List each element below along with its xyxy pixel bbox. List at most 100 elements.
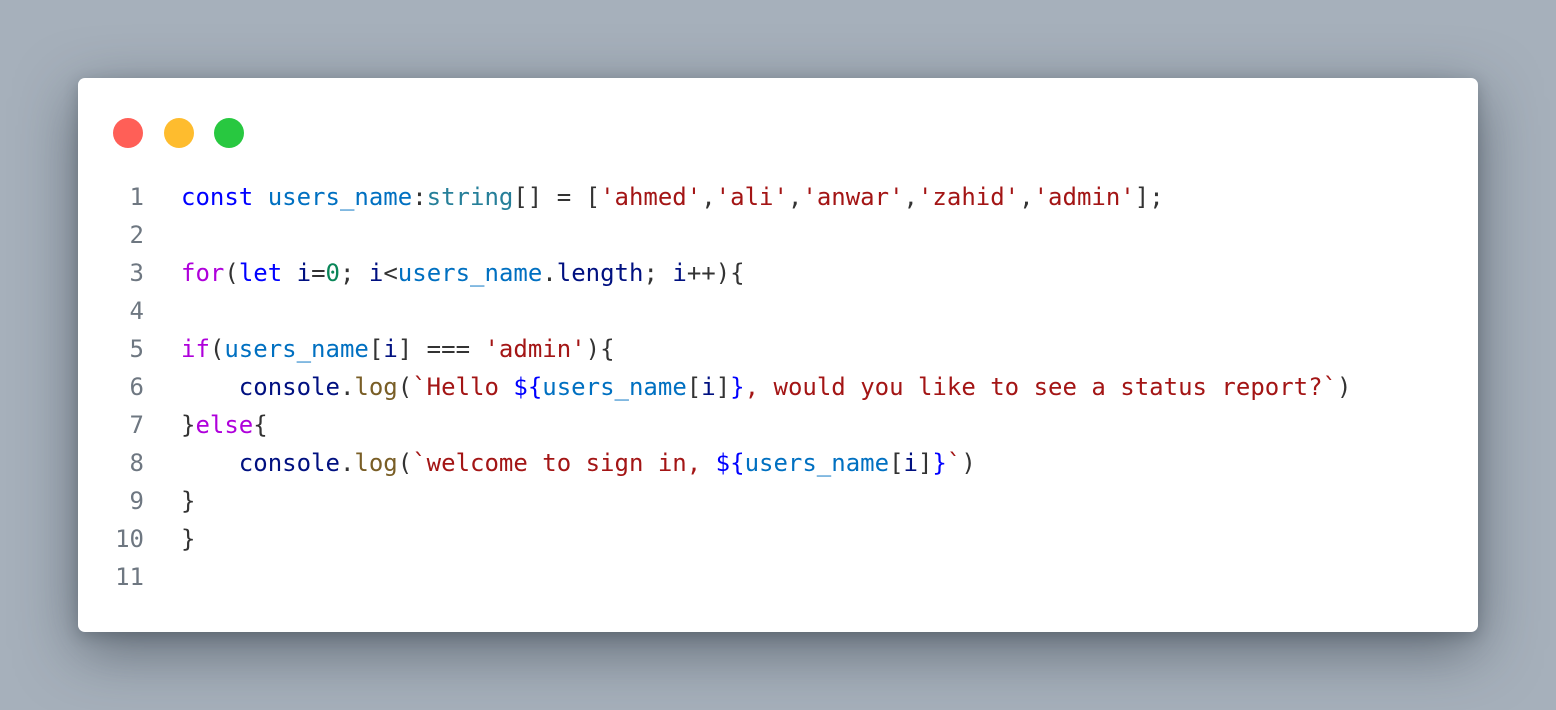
code-token: , would you like to see a status report?… bbox=[744, 373, 1338, 401]
code-line: 8 console.log(`welcome to sign in, ${use… bbox=[78, 444, 1478, 482]
code-token: ( bbox=[224, 259, 239, 287]
code-token: 'anwar' bbox=[802, 183, 904, 211]
code-text: console.log(`welcome to sign in, ${users… bbox=[181, 444, 976, 482]
minimize-icon[interactable] bbox=[164, 118, 194, 148]
code-token: 0 bbox=[325, 259, 340, 287]
code-token: } bbox=[181, 487, 196, 515]
code-text: const users_name:string[] = ['ahmed','al… bbox=[181, 178, 1164, 216]
code-line: 11 bbox=[78, 558, 1478, 596]
code-token: i bbox=[296, 259, 312, 287]
code-token: ){ bbox=[585, 335, 615, 363]
code-text: }else{ bbox=[181, 406, 268, 444]
code-token: } bbox=[181, 411, 196, 439]
code-token: if bbox=[181, 335, 210, 363]
code-token: { bbox=[253, 411, 268, 439]
code-token: 'zahid' bbox=[917, 183, 1020, 211]
code-text: console.log(`Hello ${users_name[i]}, wou… bbox=[181, 368, 1352, 406]
code-text: for(let i=0; i<users_name.length; i++){ bbox=[181, 254, 745, 292]
code-token: i bbox=[903, 449, 918, 477]
code-token: ] === bbox=[397, 335, 485, 363]
code-token: 'admin' bbox=[1033, 183, 1135, 211]
code-token: 'ahmed' bbox=[600, 183, 702, 211]
code-text: if(users_name[i] === 'admin'){ bbox=[181, 330, 615, 368]
code-token: ( bbox=[397, 373, 413, 401]
close-icon[interactable] bbox=[113, 118, 143, 148]
code-token: 'admin' bbox=[484, 335, 586, 363]
code-line: 3 for(let i=0; i<users_name.length; i++){ bbox=[78, 254, 1478, 292]
code-window: 1 const users_name:string[] = ['ahmed','a… bbox=[78, 78, 1478, 632]
line-number: 6 bbox=[129, 373, 144, 401]
code-text: } bbox=[181, 520, 195, 558]
code-line: 1 const users_name:string[] = ['ahmed','a… bbox=[78, 178, 1478, 216]
code-text: } bbox=[181, 482, 195, 520]
code-token: const bbox=[181, 183, 254, 211]
code-token: , bbox=[787, 183, 803, 211]
code-line: 4 bbox=[78, 292, 1478, 330]
code-token: i bbox=[368, 259, 384, 287]
code-token: } bbox=[932, 449, 947, 477]
code-token: ( bbox=[397, 449, 413, 477]
code-token: users_name bbox=[224, 335, 369, 363]
code-line: 2 bbox=[78, 216, 1478, 254]
code-token: [] = [ bbox=[513, 183, 601, 211]
code-token: i bbox=[672, 259, 687, 287]
code-token: < bbox=[383, 259, 398, 287]
code-token: ] bbox=[917, 449, 933, 477]
code-token: string bbox=[426, 183, 514, 211]
line-number: 10 bbox=[115, 525, 144, 553]
code-token: ; bbox=[339, 259, 369, 287]
code-token: users_name bbox=[267, 183, 413, 211]
code-token: ++){ bbox=[686, 259, 745, 287]
code-token: : bbox=[412, 183, 427, 211]
code-token: log bbox=[354, 449, 398, 477]
code-token: . bbox=[339, 373, 355, 401]
code-token: } bbox=[730, 373, 745, 401]
line-number: 3 bbox=[129, 259, 144, 287]
code-line: 5 if(users_name[i] === 'admin'){ bbox=[78, 330, 1478, 368]
code-token: 'ali' bbox=[715, 183, 788, 211]
code-token: for bbox=[181, 259, 225, 287]
code-token: ; bbox=[643, 259, 673, 287]
line-number: 2 bbox=[129, 221, 144, 249]
code-token: ) bbox=[1337, 373, 1352, 401]
code-token: log bbox=[354, 373, 398, 401]
code-token: ) bbox=[961, 449, 976, 477]
code-token: } bbox=[181, 525, 196, 553]
code-token: `Hello bbox=[412, 373, 514, 401]
code-token: = bbox=[311, 259, 326, 287]
line-number: 1 bbox=[129, 183, 144, 211]
code-token: [ bbox=[686, 373, 702, 401]
code-token: ${ bbox=[715, 449, 745, 477]
code-token: ` bbox=[946, 449, 962, 477]
code-token: . bbox=[339, 449, 355, 477]
line-number: 7 bbox=[129, 411, 144, 439]
code-line: 7}else{ bbox=[78, 406, 1478, 444]
code-token: users_name bbox=[542, 373, 687, 401]
code-token: , bbox=[701, 183, 716, 211]
maximize-icon[interactable] bbox=[214, 118, 244, 148]
code-token: . bbox=[542, 259, 557, 287]
code-line: 9} bbox=[78, 482, 1478, 520]
code-token: console bbox=[238, 373, 340, 401]
line-number: 5 bbox=[129, 335, 144, 363]
code-token: , bbox=[903, 183, 918, 211]
code-token: ]; bbox=[1134, 183, 1164, 211]
code-block: 1 const users_name:string[] = ['ahmed','a… bbox=[78, 178, 1478, 596]
code-line: 6 console.log(`Hello ${users_name[i]}, w… bbox=[78, 368, 1478, 406]
line-number: 9 bbox=[129, 487, 144, 515]
code-token: else bbox=[195, 411, 254, 439]
code-token: [ bbox=[368, 335, 384, 363]
line-number: 4 bbox=[129, 297, 144, 325]
code-token: , bbox=[1019, 183, 1034, 211]
code-token: `welcome to sign in, bbox=[412, 449, 716, 477]
code-token: [ bbox=[889, 449, 904, 477]
code-token: ] bbox=[715, 373, 731, 401]
code-token: length bbox=[556, 259, 644, 287]
code-token: users_name bbox=[397, 259, 543, 287]
code-token: i bbox=[701, 373, 716, 401]
line-number: 8 bbox=[129, 449, 144, 477]
